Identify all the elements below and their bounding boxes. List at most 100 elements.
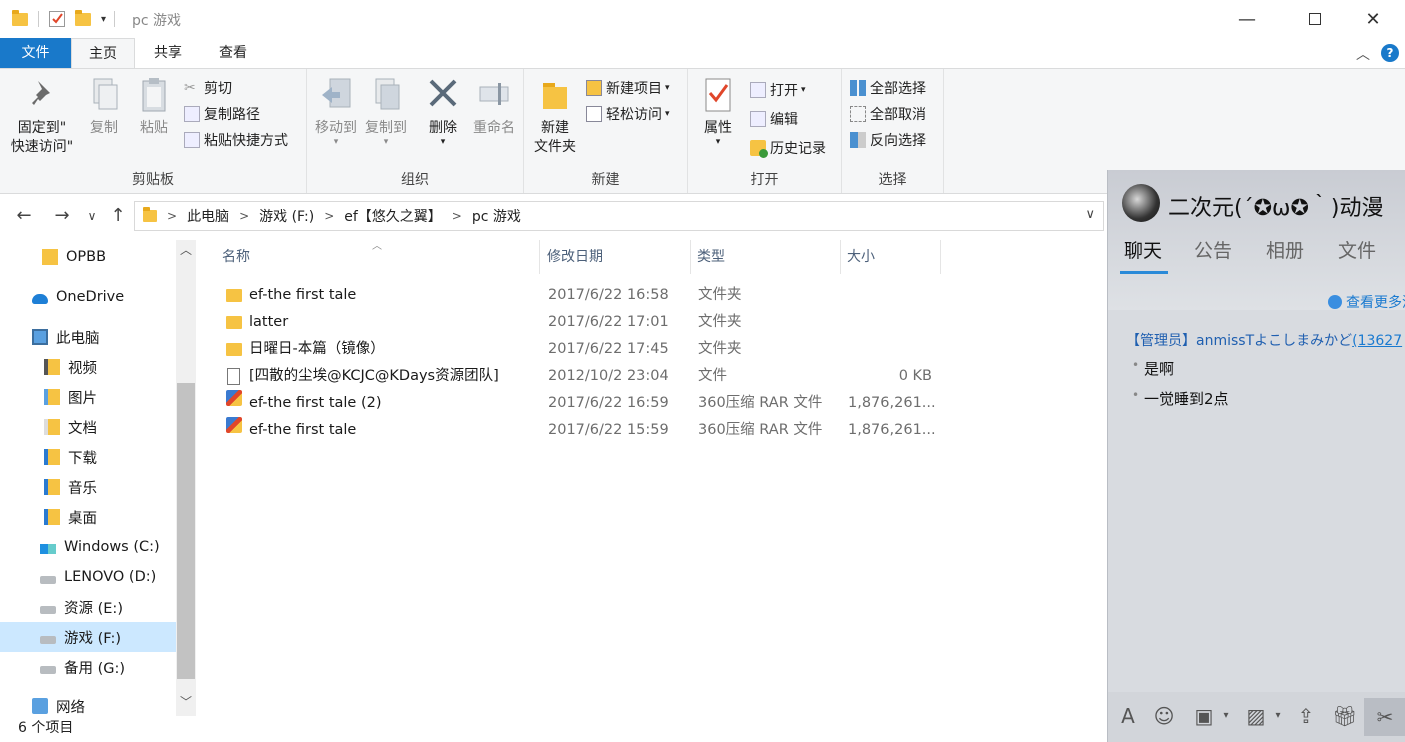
- open-button[interactable]: 打开 ▾: [750, 79, 806, 101]
- chat-tab-files[interactable]: 文件: [1338, 236, 1376, 263]
- copy-path-button[interactable]: 复制路径: [184, 103, 260, 125]
- select-none-button[interactable]: 全部取消: [850, 103, 926, 125]
- clock-icon: [1328, 295, 1342, 309]
- new-folder-button[interactable]: 新建 文件夹: [530, 75, 580, 157]
- chat-tab-album[interactable]: 相册: [1266, 236, 1304, 263]
- new-item-button[interactable]: 新建项目 ▾: [586, 77, 670, 99]
- easy-access-button[interactable]: 轻松访问 ▾: [586, 103, 670, 125]
- tab-home[interactable]: 主页: [71, 38, 135, 68]
- nav-scrollbar[interactable]: ︿ ﹀: [176, 240, 196, 716]
- font-icon[interactable]: A: [1116, 704, 1140, 728]
- nav-item[interactable]: 文档: [0, 412, 176, 442]
- properties-button[interactable]: 属性 ▾: [696, 75, 740, 147]
- upload-icon[interactable]: ⇪: [1294, 704, 1318, 728]
- tab-share[interactable]: 共享: [140, 38, 196, 68]
- select-all-button[interactable]: 全部选择: [850, 77, 926, 99]
- breadcrumb-pc-games[interactable]: pc 游戏: [472, 206, 521, 226]
- gift-icon[interactable]: 🎁︎: [1332, 704, 1357, 728]
- nav-item[interactable]: LENOVO (D:): [0, 562, 176, 592]
- sender-id[interactable]: (13627: [1352, 333, 1402, 349]
- address-dropdown-icon[interactable]: ∨: [1085, 207, 1095, 222]
- maximize-button[interactable]: [1292, 0, 1338, 38]
- breadcrumb-this-pc[interactable]: 此电脑: [187, 206, 229, 226]
- rar-icon: [226, 417, 242, 433]
- screenshot-scissors-icon[interactable]: ✂: [1364, 698, 1405, 736]
- nav-item[interactable]: 图片: [0, 382, 176, 412]
- new-folder-label-line1: 新建: [541, 120, 569, 136]
- pin-quick-access-button[interactable]: 固定到" 快速访问": [6, 75, 78, 157]
- gif-dropdown-icon[interactable]: ▾: [1214, 704, 1238, 728]
- nav-item-label: 下载: [68, 450, 97, 467]
- file-row[interactable]: 日曜日-本篇（镜像） 2017/6/22 17:45 文件夹: [216, 336, 946, 363]
- file-type: 文件夹: [698, 341, 742, 357]
- up-button[interactable]: ↑: [106, 203, 130, 229]
- nav-item[interactable]: 备用 (G:): [0, 652, 176, 682]
- recent-locations-button[interactable]: ∨: [82, 203, 102, 229]
- breadcrumb-ef-folder[interactable]: ef【悠久之翼】: [344, 206, 442, 226]
- view-more-messages-link[interactable]: 查看更多消: [1328, 292, 1405, 312]
- group-avatar[interactable]: [1122, 184, 1160, 222]
- paste-shortcut-button[interactable]: 粘贴快捷方式: [184, 129, 288, 151]
- file-row[interactable]: ef-the first tale (2) 2017/6/22 16:59 360压…: [216, 390, 946, 417]
- scroll-up-icon[interactable]: ︿: [176, 240, 196, 260]
- nav-item[interactable]: 音乐: [0, 472, 176, 502]
- gif-icon[interactable]: ▣: [1192, 704, 1216, 728]
- nav-item[interactable]: 游戏 (F:): [0, 622, 176, 652]
- copy-path-label: 复制路径: [204, 107, 260, 123]
- nav-scroll-thumb[interactable]: [177, 383, 195, 679]
- breadcrumb-drive-f[interactable]: 游戏 (F:): [259, 206, 314, 226]
- minimize-button[interactable]: —: [1224, 0, 1270, 38]
- properties-check-icon[interactable]: [49, 11, 65, 27]
- nav-item[interactable]: OneDrive: [0, 282, 176, 312]
- forward-button[interactable]: →: [50, 203, 74, 229]
- history-button[interactable]: 历史记录: [750, 137, 826, 159]
- nav-item[interactable]: 下载: [0, 442, 176, 472]
- nav-item[interactable]: 桌面: [0, 502, 176, 532]
- column-header-size[interactable]: 大小: [841, 240, 941, 274]
- paste-button[interactable]: 粘贴: [132, 75, 176, 138]
- file-row[interactable]: ef-the first tale 2017/6/22 16:58 文件夹: [216, 282, 946, 309]
- downloads-folder-icon: [44, 449, 60, 465]
- nav-item-label: 此电脑: [56, 330, 100, 347]
- back-button[interactable]: ←: [12, 203, 36, 229]
- chat-tab-chat[interactable]: 聊天: [1124, 236, 1162, 263]
- invert-selection-button[interactable]: 反向选择: [850, 129, 926, 151]
- easy-access-icon: [586, 106, 602, 122]
- new-folder-icon[interactable]: [75, 9, 91, 26]
- file-row[interactable]: latter 2017/6/22 17:01 文件夹: [216, 309, 946, 336]
- edit-button[interactable]: 编辑: [750, 108, 798, 130]
- organize-group-label: 组织: [401, 172, 429, 188]
- nav-item[interactable]: 此电脑: [0, 322, 176, 352]
- copy-button[interactable]: 复制: [82, 75, 126, 138]
- rename-button[interactable]: 重命名: [469, 75, 519, 138]
- nav-item[interactable]: Windows (C:): [0, 532, 176, 562]
- tab-file[interactable]: 文件: [0, 38, 71, 68]
- close-button[interactable]: ✕: [1350, 0, 1396, 38]
- help-icon[interactable]: ?: [1381, 44, 1399, 62]
- nav-item[interactable]: OPBB: [0, 242, 176, 272]
- move-to-button[interactable]: 移动到 ▾: [311, 75, 361, 147]
- message-sender[interactable]: 【管理员】anmissTよこしまみかど(13627: [1126, 330, 1402, 350]
- file-row[interactable]: ef-the first tale 2017/6/22 15:59 360压缩 RA…: [216, 417, 946, 444]
- address-bar[interactable]: > 此电脑 > 游戏 (F:) > ef【悠久之翼】 > pc 游戏 ∨: [134, 201, 1104, 231]
- breadcrumb-separator: >: [324, 209, 335, 223]
- customize-dropdown-icon[interactable]: ▾: [101, 14, 106, 25]
- cut-button[interactable]: ✂ 剪切: [184, 77, 232, 99]
- column-header-name[interactable]: 名称: [216, 240, 540, 274]
- file-row[interactable]: [四散的尘埃@KCJC@KDays资源团队] 2012/10/2 23:04 文件 0…: [216, 363, 946, 390]
- computer-icon: [32, 329, 48, 345]
- image-dropdown-icon[interactable]: ▾: [1266, 704, 1290, 728]
- emoji-icon[interactable]: ☺: [1152, 704, 1176, 728]
- chat-tab-announcements[interactable]: 公告: [1194, 236, 1232, 263]
- nav-item[interactable]: 视频: [0, 352, 176, 382]
- delete-button[interactable]: 删除 ▾: [421, 75, 465, 147]
- column-header-type[interactable]: 类型: [691, 240, 841, 274]
- tab-view[interactable]: 查看: [205, 38, 261, 68]
- copy-to-button[interactable]: 复制到 ▾: [361, 75, 411, 147]
- nav-item[interactable]: 资源 (E:): [0, 592, 176, 622]
- collapse-ribbon-icon[interactable]: ︿: [1356, 44, 1370, 64]
- column-header-modified[interactable]: 修改日期: [541, 240, 691, 274]
- scroll-down-icon[interactable]: ﹀: [176, 692, 196, 712]
- image-icon[interactable]: ▨: [1244, 704, 1268, 728]
- folder-icon: [226, 316, 242, 329]
